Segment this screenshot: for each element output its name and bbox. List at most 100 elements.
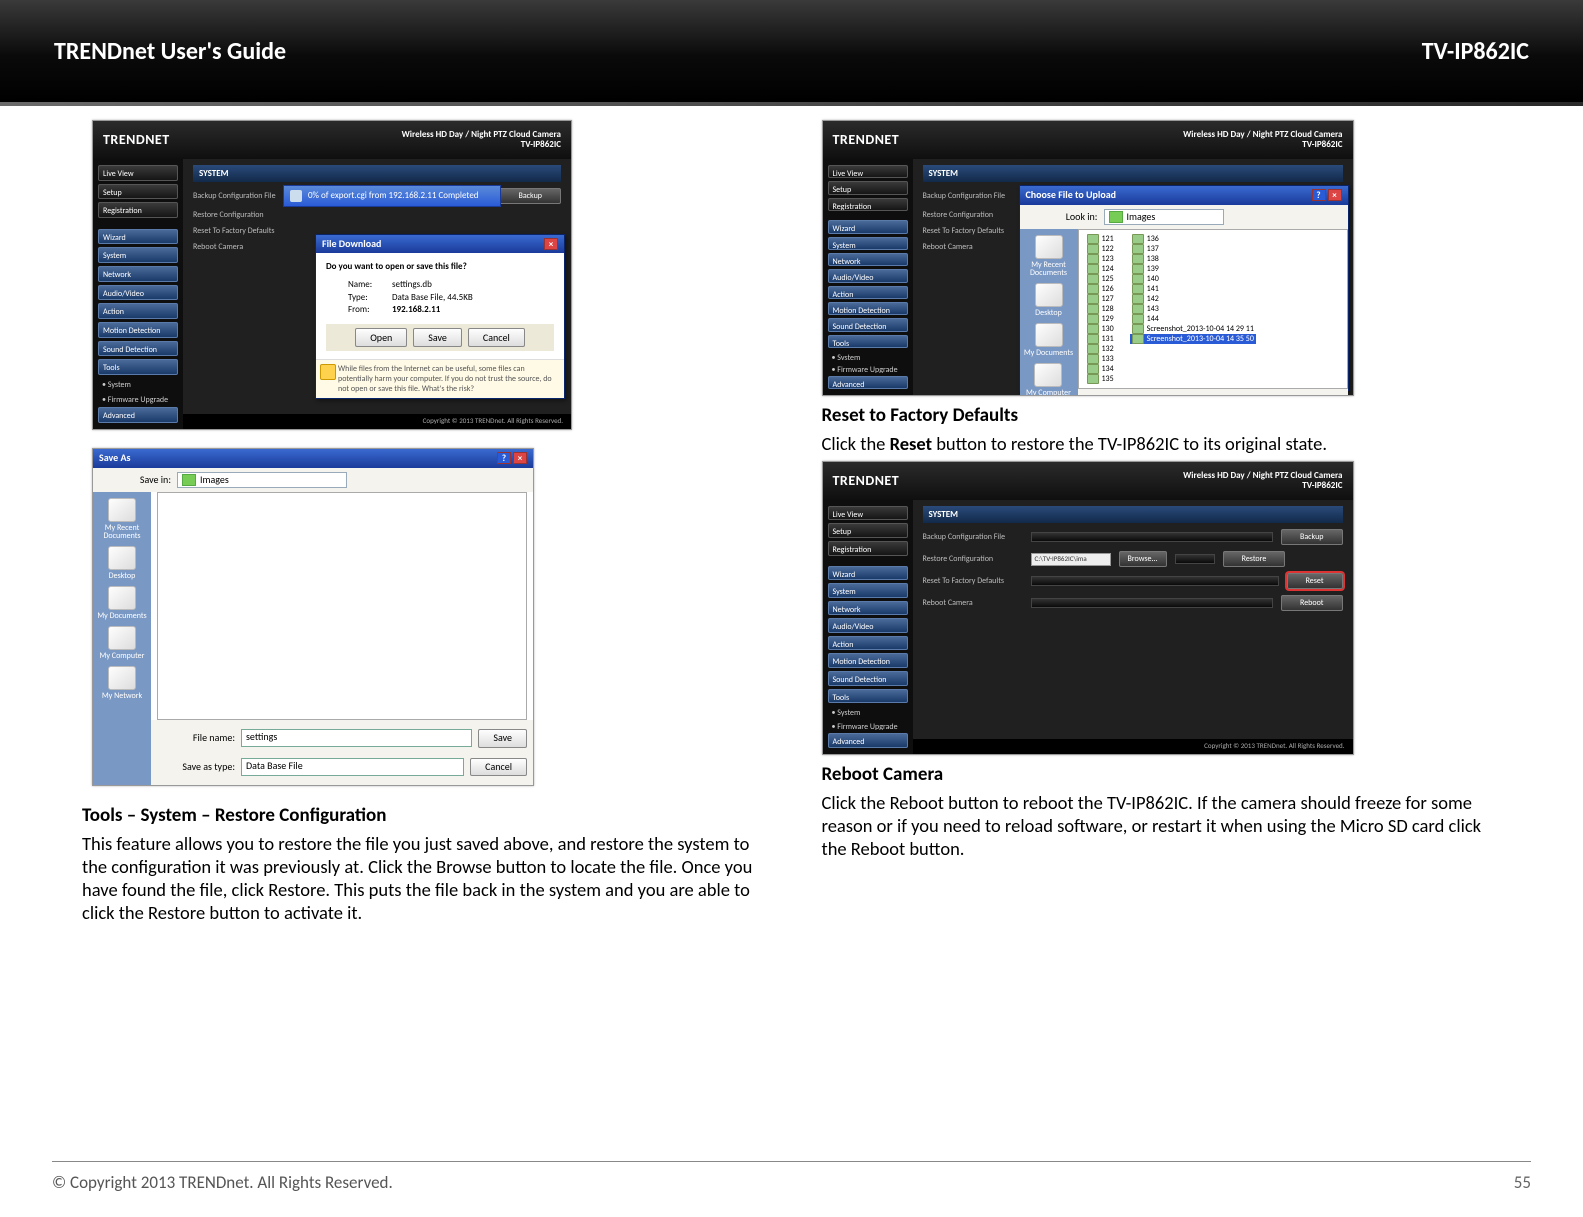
- nav-wizard[interactable]: Wizard: [828, 566, 908, 581]
- nav-wizard[interactable]: Wizard: [828, 220, 908, 233]
- file-item[interactable]: 140: [1130, 274, 1256, 284]
- saveastype-dropdown[interactable]: Data Base File: [241, 758, 464, 776]
- file-item[interactable]: 136: [1130, 234, 1256, 244]
- filename-input[interactable]: settings: [241, 729, 472, 747]
- browse-button[interactable]: Browse...: [1119, 551, 1167, 567]
- file-item[interactable]: 141: [1130, 284, 1256, 294]
- lookin-dropdown[interactable]: Images: [1104, 209, 1224, 226]
- nav-system[interactable]: System: [828, 583, 908, 598]
- nav-motion[interactable]: Motion Detection: [828, 302, 908, 315]
- file-item[interactable]: 126: [1085, 284, 1116, 294]
- nav-network[interactable]: Network: [828, 601, 908, 616]
- place-recent[interactable]: My Recent Documents: [95, 498, 149, 540]
- nav-sub-system[interactable]: • System: [98, 378, 178, 390]
- place-mydocs[interactable]: My Documents: [97, 586, 146, 620]
- close-icon[interactable]: ×: [1328, 189, 1342, 201]
- nav-liveview[interactable]: Live View: [828, 165, 908, 178]
- nav-sub-firmware[interactable]: • Firmware Upgrade: [828, 363, 908, 372]
- file-item[interactable]: 143: [1130, 304, 1256, 314]
- nav-system[interactable]: System: [98, 247, 178, 263]
- nav-audiovideo[interactable]: Audio/Video: [98, 285, 178, 301]
- close-icon[interactable]: ×: [544, 238, 558, 250]
- file-item[interactable]: 144: [1130, 314, 1256, 324]
- nav-liveview[interactable]: Live View: [98, 165, 178, 181]
- nav-action[interactable]: Action: [98, 303, 178, 319]
- nav-wizard[interactable]: Wizard: [98, 229, 178, 245]
- nav-motion[interactable]: Motion Detection: [828, 653, 908, 668]
- nav-sub-system[interactable]: • System: [828, 351, 908, 360]
- file-list[interactable]: 1211221231241251261271281291301311321331…: [1078, 229, 1348, 389]
- place-desktop[interactable]: Desktop: [108, 546, 136, 580]
- file-item[interactable]: 142: [1130, 294, 1256, 304]
- nav-registration[interactable]: Registration: [828, 198, 908, 211]
- file-item[interactable]: 139: [1130, 264, 1256, 274]
- place-mycomp[interactable]: My Computer: [100, 626, 145, 660]
- close-icon[interactable]: ×: [513, 452, 527, 464]
- restore-path-input[interactable]: C:\TV-IP862IC\ima: [1031, 553, 1111, 566]
- reboot-button[interactable]: Reboot: [1281, 595, 1343, 611]
- place-mynet[interactable]: My Network: [102, 666, 142, 700]
- open-button[interactable]: Open: [355, 328, 407, 347]
- nav-registration[interactable]: Registration: [98, 202, 178, 218]
- nav-action[interactable]: Action: [828, 636, 908, 651]
- save-button[interactable]: Save: [478, 729, 527, 748]
- nav-sub-system[interactable]: • System: [828, 706, 908, 717]
- place-recent[interactable]: My Recent Documents: [1022, 235, 1076, 277]
- place-mycomp[interactable]: My Computer: [1026, 363, 1071, 396]
- cancel-button[interactable]: Cancel: [468, 328, 525, 347]
- file-item[interactable]: 127: [1085, 294, 1116, 304]
- nav-advanced[interactable]: Advanced: [98, 407, 178, 423]
- nav-registration[interactable]: Registration: [828, 541, 908, 556]
- file-item[interactable]: 121: [1085, 234, 1116, 244]
- file-item[interactable]: 132: [1085, 344, 1116, 354]
- nav-sound[interactable]: Sound Detection: [828, 671, 908, 686]
- nav-network[interactable]: Network: [828, 253, 908, 266]
- nav-setup[interactable]: Setup: [828, 181, 908, 194]
- help-icon[interactable]: ?: [1312, 189, 1326, 201]
- file-item[interactable]: 125: [1085, 274, 1116, 284]
- nav-sub-firmware[interactable]: • Firmware Upgrade: [98, 393, 178, 405]
- nav-liveview[interactable]: Live View: [828, 506, 908, 521]
- nav-sub-firmware[interactable]: • Firmware Upgrade: [828, 720, 908, 731]
- save-button[interactable]: Save: [413, 328, 462, 347]
- file-item[interactable]: 137: [1130, 244, 1256, 254]
- nav-action[interactable]: Action: [828, 286, 908, 299]
- file-item[interactable]: 135: [1085, 374, 1116, 384]
- file-item[interactable]: 130: [1085, 324, 1116, 334]
- backup-button[interactable]: Backup: [1281, 529, 1343, 545]
- file-item[interactable]: 128: [1085, 304, 1116, 314]
- file-list-empty[interactable]: [157, 492, 527, 720]
- savein-dropdown[interactable]: Images: [177, 472, 347, 489]
- file-item[interactable]: 122: [1085, 244, 1116, 254]
- restore-button[interactable]: Restore: [1223, 551, 1286, 567]
- nav-setup[interactable]: Setup: [98, 184, 178, 200]
- nav-advanced[interactable]: Advanced: [828, 376, 908, 389]
- nav-sound[interactable]: Sound Detection: [98, 341, 178, 357]
- nav-audiovideo[interactable]: Audio/Video: [828, 618, 908, 633]
- file-item[interactable]: 123: [1085, 254, 1116, 264]
- nav-tools[interactable]: Tools: [828, 689, 908, 704]
- nav-motion[interactable]: Motion Detection: [98, 322, 178, 338]
- nav-sound[interactable]: Sound Detection: [828, 318, 908, 331]
- file-item[interactable]: 124: [1085, 264, 1116, 274]
- nav-setup[interactable]: Setup: [828, 523, 908, 538]
- nav-network[interactable]: Network: [98, 266, 178, 282]
- place-desktop[interactable]: Desktop: [1035, 283, 1063, 317]
- file-item[interactable]: Screenshot_2013-10-04 14 29 11: [1130, 324, 1256, 334]
- nav-advanced[interactable]: Advanced: [828, 733, 908, 748]
- place-mydocs[interactable]: My Documents: [1024, 323, 1073, 357]
- file-item[interactable]: 138: [1130, 254, 1256, 264]
- cancel-button[interactable]: Cancel: [470, 758, 527, 777]
- reset-button[interactable]: Reset: [1287, 573, 1343, 589]
- nav-audiovideo[interactable]: Audio/Video: [828, 269, 908, 282]
- file-item[interactable]: 134: [1085, 364, 1116, 374]
- nav-tools[interactable]: Tools: [98, 359, 178, 375]
- file-item[interactable]: 129: [1085, 314, 1116, 324]
- help-icon[interactable]: ?: [497, 452, 511, 464]
- backup-button[interactable]: Backup: [499, 188, 561, 204]
- nav-system[interactable]: System: [828, 237, 908, 250]
- nav-tools[interactable]: Tools: [828, 335, 908, 348]
- file-item[interactable]: 131: [1085, 334, 1116, 344]
- file-item[interactable]: 133: [1085, 354, 1116, 364]
- file-item[interactable]: Screenshot_2013-10-04 14 35 50: [1130, 334, 1256, 344]
